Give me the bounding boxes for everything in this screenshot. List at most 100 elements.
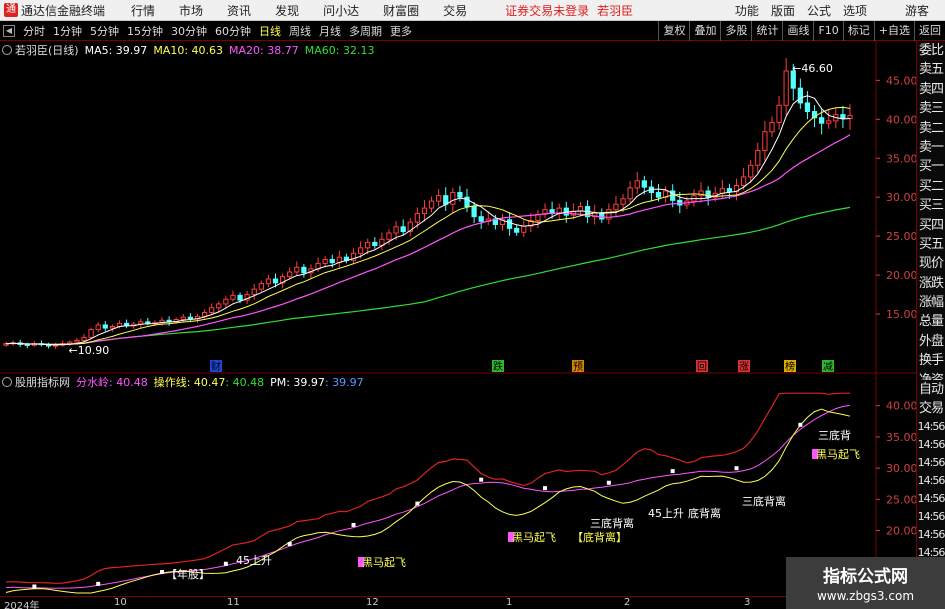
candle-body [634, 180, 640, 189]
tool-multi-stock[interactable]: 多股 [720, 21, 751, 41]
login-notice[interactable]: 证券交易未登录 [505, 2, 589, 19]
menu-function[interactable]: 功能 [729, 2, 765, 19]
candle-body [620, 198, 626, 205]
main-menu: 行情 市场 资讯 发现 问小达 财富圈 交易 [119, 2, 479, 19]
candle-body [641, 180, 647, 188]
date-tick: 1 [506, 597, 513, 608]
indicator-axis-label: 25.00 [886, 493, 916, 506]
side-buy2[interactable]: 买二 [917, 177, 945, 196]
toolbar-back-icon[interactable]: ◀ [3, 24, 15, 37]
side-change[interactable]: 涨跌 [917, 274, 945, 293]
candle-body [443, 195, 449, 205]
side-turnover[interactable]: 换手 [917, 351, 945, 370]
ma10-line [5, 106, 851, 345]
candle-body [428, 200, 435, 209]
chart-svg[interactable]: 45.00 40.00 35.00 30.00 25.00 20.00 15.00 40.00… [0, 41, 916, 596]
main-chart-legend: 若羽臣(日线) MA5: 39.97 MA10: 40.63 MA20: 38.… [0, 42, 380, 58]
menu-quotes[interactable]: 行情 [119, 2, 167, 19]
event-marker-label: 减 [823, 361, 833, 373]
tab-daily[interactable]: 日线 [255, 23, 285, 39]
legend-ma5: MA5: 39.97 [84, 43, 148, 57]
signal-label: 【年股】 [166, 567, 210, 581]
tab-timeshare[interactable]: 分时 [19, 23, 49, 39]
side-buy4[interactable]: 买四 [917, 216, 945, 235]
candle-body [237, 294, 243, 301]
menu-market[interactable]: 市场 [167, 2, 215, 19]
tool-return[interactable]: 返回 [914, 21, 945, 41]
pm-marker [415, 501, 420, 506]
signal-label: 45上升 [236, 554, 272, 567]
tab-5min[interactable]: 5分钟 [86, 23, 123, 39]
side-sell3[interactable]: 卖三 [917, 99, 945, 118]
tab-30min[interactable]: 30分钟 [167, 23, 211, 39]
candle-body [613, 203, 619, 211]
guest-user[interactable]: 游客 [899, 2, 935, 19]
side-sell1[interactable]: 卖一 [917, 138, 945, 157]
tab-60min[interactable]: 60分钟 [211, 23, 255, 39]
tab-multi-period[interactable]: 多周期 [345, 23, 386, 39]
candle-body [187, 316, 194, 320]
side-trade[interactable]: 交易 [917, 399, 945, 418]
price-axis-label: 45.00 [886, 74, 916, 87]
watermark: 指标公式网 www.zbgs3.com [786, 557, 945, 609]
menu-options[interactable]: 选项 [837, 2, 873, 19]
indicator-toggle-icon[interactable] [2, 377, 12, 387]
menu-formula[interactable]: 公式 [801, 2, 837, 19]
tool-stats[interactable]: 统计 [751, 21, 782, 41]
trade-time: 14:56 [917, 474, 945, 487]
menu-layout[interactable]: 版面 [765, 2, 801, 19]
menu-ask[interactable]: 问小达 [311, 2, 371, 19]
pm-marker [223, 561, 228, 566]
menu-news[interactable]: 资讯 [215, 2, 263, 19]
menu-wealth[interactable]: 财富圈 [371, 2, 431, 19]
candle-body [414, 213, 420, 223]
legend-toggle-icon[interactable] [2, 45, 12, 55]
side-sell4[interactable]: 卖四 [917, 80, 945, 99]
candle-body [755, 149, 761, 166]
signal-label: 45上升 [648, 507, 684, 520]
candle-body [421, 207, 428, 215]
candle-body [209, 307, 215, 313]
candle-body [655, 192, 662, 198]
tab-1min[interactable]: 1分钟 [49, 23, 86, 39]
side-auto[interactable]: 自动 [917, 380, 945, 399]
side-outer[interactable]: 外盘 [917, 332, 945, 351]
side-weibi[interactable]: 委比 [917, 41, 945, 60]
tool-mark[interactable]: 标记 [842, 21, 874, 41]
candle-body [457, 192, 463, 198]
trade-time: 14:56 [917, 510, 945, 523]
candle-body [322, 259, 328, 264]
side-volume[interactable]: 总量 [917, 312, 945, 331]
trade-time: 14:56 [917, 438, 945, 451]
candle-body [677, 199, 683, 206]
tool-overlay[interactable]: 叠加 [689, 21, 720, 41]
tab-more[interactable]: 更多 [386, 23, 416, 39]
side-change-pct[interactable]: 涨幅 [917, 293, 945, 312]
menu-discover[interactable]: 发现 [263, 2, 311, 19]
candle-body [145, 321, 151, 324]
ma5-line [5, 95, 851, 346]
high-price-label: ←46.60 [792, 62, 833, 75]
candle-body [819, 117, 825, 124]
tool-f10[interactable]: F10 [813, 21, 842, 41]
pm-marker [351, 523, 356, 528]
stock-name-title: 若羽臣 [597, 3, 634, 18]
menu-trade[interactable]: 交易 [431, 2, 479, 19]
legend-czx: 操作线: 40.47 [153, 376, 226, 389]
side-price[interactable]: 现价 [917, 254, 945, 273]
tool-draw[interactable]: 画线 [782, 21, 813, 41]
side-buy1[interactable]: 买一 [917, 157, 945, 176]
side-buy5[interactable]: 买五 [917, 235, 945, 254]
tool-adjust[interactable]: 复权 [658, 21, 689, 41]
side-sell5[interactable]: 卖五 [917, 60, 945, 79]
candle-body [400, 226, 406, 232]
candle-body [847, 114, 853, 120]
tab-15min[interactable]: 15分钟 [123, 23, 167, 39]
tab-weekly[interactable]: 周线 [285, 23, 315, 39]
tab-monthly[interactable]: 月线 [315, 23, 345, 39]
chart-area[interactable]: 45.00 40.00 35.00 30.00 25.00 20.00 15.00 40.00… [0, 41, 916, 596]
tool-add-watchlist[interactable]: +自选 [873, 21, 914, 41]
side-sell2[interactable]: 卖二 [917, 119, 945, 138]
legend-ma60: MA60: 32.13 [304, 43, 375, 57]
side-buy3[interactable]: 买三 [917, 196, 945, 215]
